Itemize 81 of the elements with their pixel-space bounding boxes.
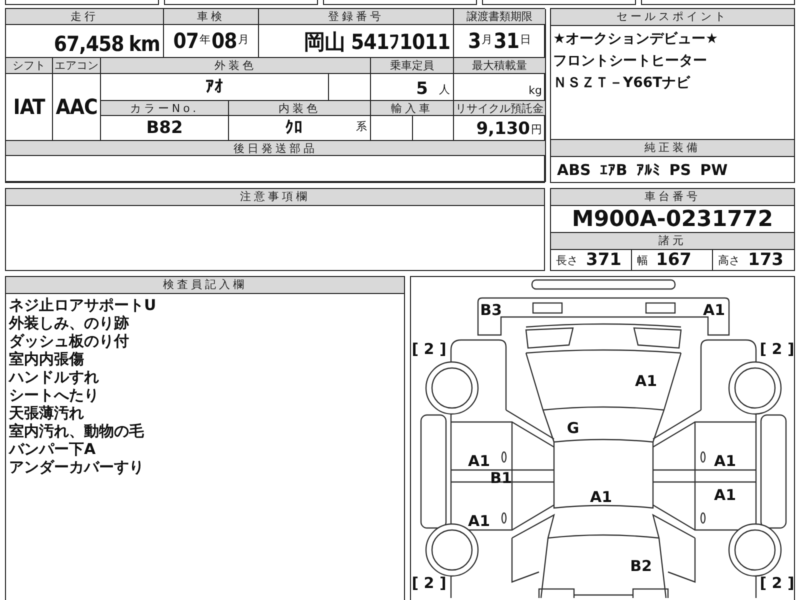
equipment-item: PS xyxy=(669,160,692,178)
inspector-note: ネジ止ロアサポートU xyxy=(9,296,158,314)
dimension-value: 371 xyxy=(586,250,622,270)
mileage-unit: km xyxy=(128,32,160,56)
inspector-note: 室内汚れ、動物の毛 xyxy=(9,422,145,440)
section-header: 車台番号 xyxy=(551,189,794,206)
damage-code: A1 xyxy=(714,452,736,470)
damage-code: A1 xyxy=(714,486,736,504)
inspector-note: 室内内張傷 xyxy=(9,350,85,368)
sales-point-text: フロントシートヒーター xyxy=(553,52,708,71)
field-label: 最大積載量 xyxy=(454,58,546,74)
interior-color-value: ｸﾛ xyxy=(285,118,303,138)
deadline-month: 3 xyxy=(468,28,481,52)
dimension-label: 幅 xyxy=(637,252,648,268)
section-header: 純正装備 xyxy=(551,140,794,157)
equipment-item: ABS xyxy=(557,160,591,178)
chassis-number: M900A-0231772 xyxy=(572,206,774,232)
mileage-value: 67,458 xyxy=(54,32,124,56)
recycle-fee-value: 9,130 xyxy=(476,119,530,139)
damage-code: A1 xyxy=(590,488,612,506)
year-unit: 年 xyxy=(200,32,210,48)
field-label: 輸入車 xyxy=(371,101,454,116)
tire-grade: [ 2 ] xyxy=(412,574,446,592)
dimension-value: 173 xyxy=(748,250,784,270)
inspector-note: アンダーカバーすり xyxy=(9,458,145,476)
damage-code: A1 xyxy=(468,512,490,530)
capacity-value: 5 xyxy=(416,79,428,99)
field-label: カラーNo. xyxy=(101,101,229,116)
color-number: B82 xyxy=(146,118,183,138)
damage-code: A1 xyxy=(468,452,490,470)
month-unit: 月 xyxy=(482,32,493,48)
field-label: リサイクル預託金 xyxy=(454,101,546,116)
inspector-note: シートへたり xyxy=(9,386,100,404)
damage-code: B2 xyxy=(630,557,652,575)
month-unit: 月 xyxy=(238,32,249,48)
tire-grade: [ 2 ] xyxy=(760,574,794,592)
inspection-month: 08 xyxy=(212,28,237,52)
section-header: セールスポイント xyxy=(551,9,794,26)
inspector-note: 天張薄汚れ xyxy=(9,404,85,422)
day-unit: 日 xyxy=(520,32,531,48)
sales-point-text: ＮＳＺＴ－Y66Tナビ xyxy=(553,74,692,93)
inspection-year: 07 xyxy=(173,28,198,52)
field-label: 内装色 xyxy=(229,101,371,116)
equipment-item: PW xyxy=(700,160,728,178)
field-label: 乗車定員 xyxy=(371,58,454,74)
dimension-label: 長さ xyxy=(556,252,578,268)
section-header: 諸元 xyxy=(551,233,794,250)
color-suffix: 系 xyxy=(356,119,367,135)
damage-code: A1 xyxy=(702,301,726,319)
capacity-unit: 人 xyxy=(439,82,450,98)
dimension-value: 167 xyxy=(656,250,692,270)
equipment-item: ｱﾙﾐ xyxy=(636,160,660,178)
sales-point-text: ★オークションデビュー★ xyxy=(553,30,720,49)
shift-value: IAT xyxy=(13,94,45,118)
load-unit: kg xyxy=(528,84,542,99)
section-header: 注意事項欄 xyxy=(6,189,544,206)
field-label: 外装色 xyxy=(101,58,371,74)
damage-code: A1 xyxy=(634,372,658,390)
field-label: 車検 xyxy=(164,9,259,25)
yen-unit: 円 xyxy=(531,122,542,138)
damage-code: B3 xyxy=(480,301,502,319)
inspector-note: 外装しみ、のり跡 xyxy=(9,314,130,332)
field-label: 走行 xyxy=(6,9,164,25)
inspector-note: バンパー下A xyxy=(9,440,97,458)
damage-code: G xyxy=(566,419,580,437)
field-label: 登録番号 xyxy=(259,9,454,25)
field-label: 後日発送部品 xyxy=(6,141,546,156)
field-label: 譲渡書類期限 xyxy=(454,9,546,25)
tire-grade: [ 2 ] xyxy=(412,340,446,358)
exterior-color-value: ｱｵ xyxy=(206,76,224,96)
field-label: エアコン xyxy=(53,58,101,74)
field-label: シフト xyxy=(6,58,53,74)
section-header: 検査員記入欄 xyxy=(6,277,404,294)
inspector-note: ダッシュ板のり付 xyxy=(9,332,130,350)
dimension-label: 高さ xyxy=(718,252,740,268)
inspector-note: ハンドルすれ xyxy=(9,368,100,386)
deadline-day: 31 xyxy=(494,28,519,52)
registration-number: 岡山 541ﾌ1011 xyxy=(304,29,450,56)
aircon-value: AAC xyxy=(56,94,98,118)
tire-grade: [ 2 ] xyxy=(760,340,794,358)
equipment-item: ｴｱB xyxy=(600,160,628,178)
